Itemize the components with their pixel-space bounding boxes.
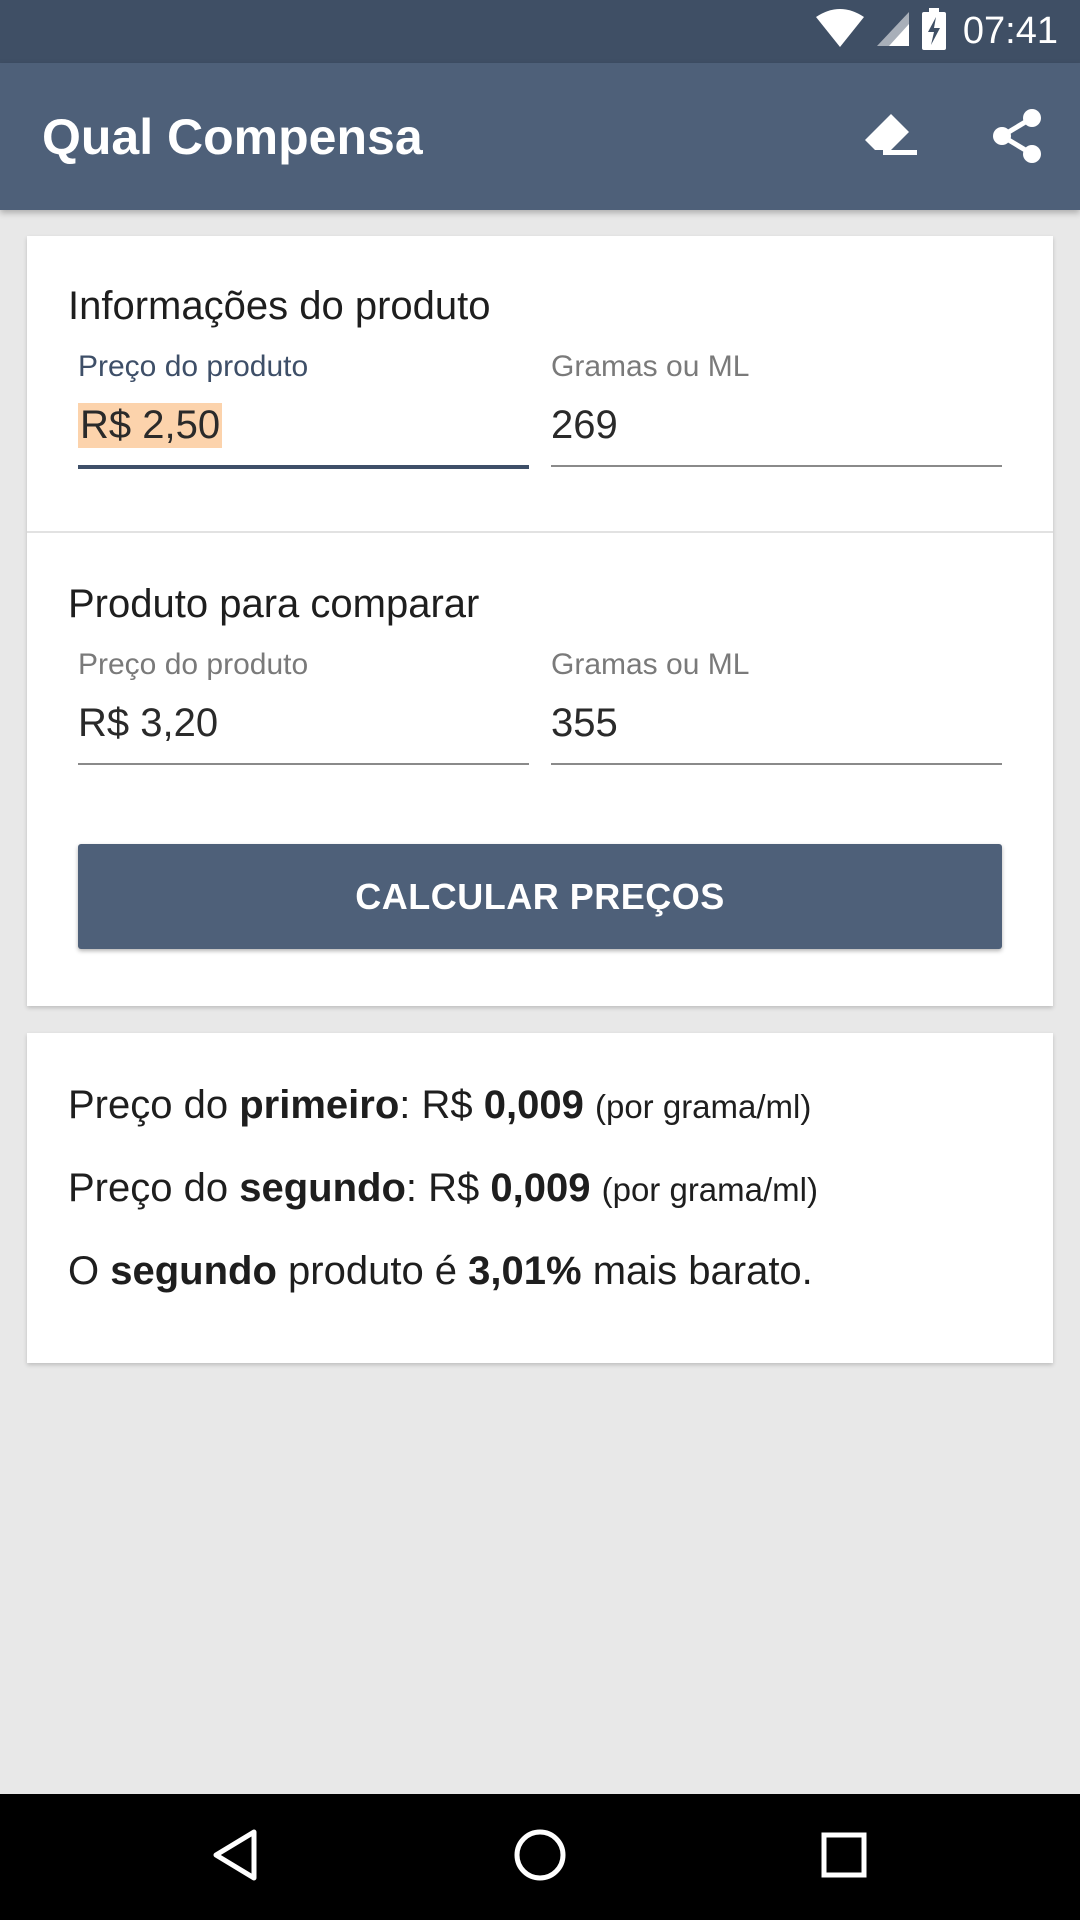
signal-icon bbox=[875, 10, 911, 53]
result-value: 0,009 bbox=[490, 1166, 591, 1210]
result-value: 0,009 bbox=[483, 1083, 584, 1127]
result-text: : R$ bbox=[405, 1166, 491, 1210]
first-amount-label: Gramas ou ML bbox=[551, 350, 750, 383]
section-divider bbox=[27, 531, 1053, 533]
result-ordinal: segundo bbox=[239, 1166, 406, 1210]
second-amount-underline bbox=[551, 763, 1002, 765]
second-amount-label: Gramas ou ML bbox=[551, 648, 750, 681]
navigation-bar bbox=[0, 1794, 1080, 1920]
recents-icon bbox=[819, 1830, 869, 1885]
first-amount-input[interactable]: 269 bbox=[551, 403, 618, 448]
comparison-result: O segundo produto é 3,01% mais barato. bbox=[68, 1249, 813, 1294]
app-bar: Qual Compensa bbox=[0, 63, 1080, 210]
status-bar: 07:41 bbox=[0, 0, 1080, 63]
result-text: mais barato. bbox=[581, 1249, 813, 1293]
home-button[interactable] bbox=[505, 1822, 575, 1892]
second-amount-input[interactable]: 355 bbox=[551, 701, 618, 746]
result-text: Preço do bbox=[68, 1166, 240, 1210]
result-text: O bbox=[68, 1249, 111, 1293]
battery-charging-icon bbox=[921, 8, 947, 55]
first-price-result: Preço do primeiro: R$ 0,009 (por grama/m… bbox=[68, 1083, 811, 1128]
result-unit: (por grama/ml) bbox=[601, 1171, 818, 1208]
back-button[interactable] bbox=[200, 1822, 270, 1892]
result-ordinal: primeiro bbox=[239, 1083, 400, 1127]
back-icon bbox=[210, 1828, 260, 1887]
first-price-input[interactable]: R$ 2,50 bbox=[78, 403, 223, 448]
wifi-icon bbox=[815, 9, 865, 54]
product-form-card: Informações do produto Preço do produto … bbox=[27, 236, 1053, 1006]
home-icon bbox=[513, 1828, 567, 1887]
second-price-underline bbox=[78, 763, 529, 765]
app-title: Qual Compensa bbox=[42, 108, 423, 165]
share-icon bbox=[990, 108, 1044, 169]
first-product-section-title: Informações do produto bbox=[68, 284, 491, 328]
result-unit: (por grama/ml) bbox=[594, 1088, 812, 1125]
result-text: Preço do bbox=[68, 1083, 240, 1127]
first-price-underline bbox=[78, 465, 529, 469]
eraser-icon bbox=[861, 112, 919, 165]
result-card: Preço do primeiro: R$ 0,009 (por grama/m… bbox=[27, 1033, 1053, 1363]
second-price-result: Preço do segundo: R$ 0,009 (por grama/ml… bbox=[68, 1166, 818, 1211]
eraser-button[interactable] bbox=[855, 103, 925, 173]
first-amount-underline bbox=[551, 465, 1002, 467]
second-price-input[interactable]: R$ 3,20 bbox=[78, 701, 218, 746]
first-price-label: Preço do produto bbox=[78, 350, 309, 383]
recents-button[interactable] bbox=[809, 1822, 879, 1892]
result-ordinal: segundo bbox=[110, 1249, 277, 1293]
second-product-section-title: Produto para comparar bbox=[68, 582, 480, 626]
second-price-label: Preço do produto bbox=[78, 648, 309, 681]
share-button[interactable] bbox=[982, 103, 1052, 173]
result-text: : R$ bbox=[399, 1083, 484, 1127]
result-text: produto é bbox=[276, 1249, 469, 1293]
result-percent: 3,01% bbox=[468, 1249, 582, 1293]
status-icons: 07:41 bbox=[815, 0, 1058, 63]
status-time: 07:41 bbox=[962, 10, 1058, 52]
calculate-prices-button[interactable]: CALCULAR PREÇOS bbox=[78, 844, 1002, 949]
